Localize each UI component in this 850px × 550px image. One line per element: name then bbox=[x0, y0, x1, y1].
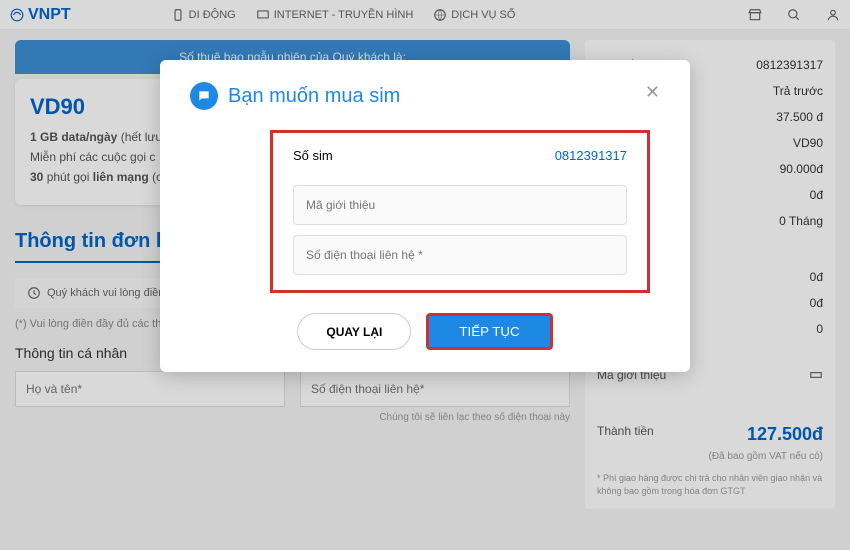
back-button[interactable]: QUAY LẠI bbox=[297, 313, 411, 350]
referral-input[interactable] bbox=[293, 185, 627, 225]
buy-sim-modal: Bạn muốn mua sim ✕ Số sim 0812391317 QUA… bbox=[160, 60, 690, 372]
modal-body-highlighted: Số sim 0812391317 bbox=[270, 130, 650, 293]
modal-overlay: Bạn muốn mua sim ✕ Số sim 0812391317 QUA… bbox=[0, 0, 850, 550]
modal-title: Bạn muốn mua sim bbox=[228, 85, 400, 108]
chat-icon bbox=[190, 82, 218, 110]
sim-number-row: Số sim 0812391317 bbox=[293, 148, 627, 163]
close-icon[interactable]: ✕ bbox=[645, 82, 660, 103]
continue-button[interactable]: TIẾP TỤC bbox=[426, 313, 552, 350]
contact-phone-input[interactable] bbox=[293, 235, 627, 275]
